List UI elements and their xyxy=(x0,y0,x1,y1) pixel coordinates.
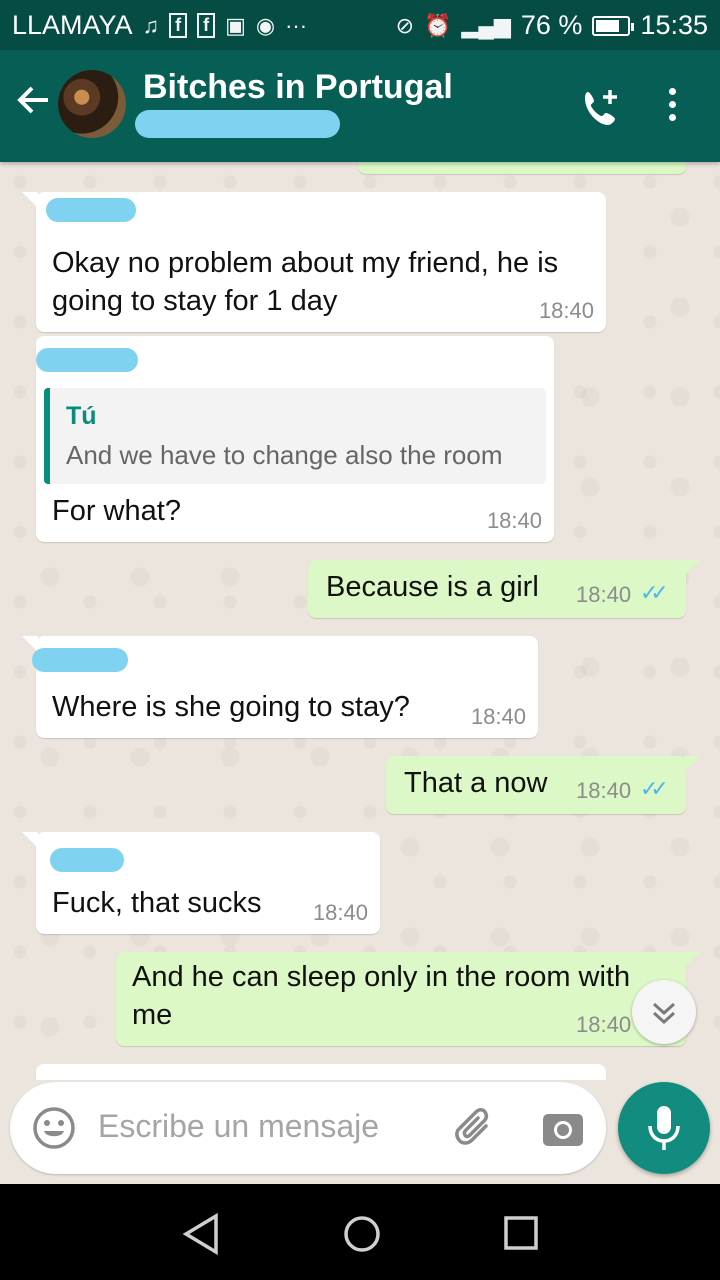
music-icon: ♫ xyxy=(142,12,160,38)
redacted-sender xyxy=(32,648,128,672)
back-arrow-icon[interactable] xyxy=(14,80,54,120)
chat-title[interactable]: Bitches in Portugal xyxy=(143,68,453,107)
message-composer[interactable]: Escribe un mensaje xyxy=(10,1082,606,1174)
message-bubble-incoming[interactable]: Okay no problem about my friend, he is g… xyxy=(22,192,606,332)
camera-icon[interactable] xyxy=(540,1106,586,1152)
message-text: Fuck, that sucks xyxy=(52,887,262,919)
message-time: 18:40 xyxy=(470,704,526,729)
message-text: That a now xyxy=(404,767,548,799)
message-list[interactable]: Okay no problem about my friend, he is g… xyxy=(0,162,720,1080)
message-time: 18:40 xyxy=(576,1012,632,1037)
clock: 15:35 xyxy=(640,10,708,40)
nav-home-icon[interactable] xyxy=(340,1212,384,1256)
message-bubble-outgoing[interactable]: And he can sleep only in the room with m… xyxy=(116,952,700,1046)
message-text: Where is she going to stay? xyxy=(52,691,410,723)
alarm-icon: ⏰ xyxy=(424,12,452,38)
message-bubble-outgoing[interactable]: That a now 18:40 ✓✓ xyxy=(386,756,700,814)
scroll-down-icon[interactable] xyxy=(632,980,696,1044)
facebook-icon: f xyxy=(169,13,188,38)
message-text: And he can sleep only in the room with m… xyxy=(132,961,631,1031)
mic-icon[interactable] xyxy=(618,1082,710,1174)
message-text: Because is a girl xyxy=(326,571,539,603)
quoted-author: Tú xyxy=(66,402,97,430)
chat-header: Bitches in Portugal xyxy=(0,50,720,162)
attach-icon[interactable] xyxy=(452,1104,500,1152)
vibrate-off-icon: ⊘ xyxy=(395,12,415,38)
message-time: 18:40 xyxy=(312,900,368,925)
emoji-icon[interactable] xyxy=(32,1106,76,1150)
facebook-icon-2: f xyxy=(197,13,216,38)
redacted-sender xyxy=(46,198,136,222)
battery-percent: 76 % xyxy=(520,10,583,40)
status-bar: LLAMAYA ♫ f f ▣ ◉ ··· ⊘ ⏰ ▂▄▆ 76 % 15:35 xyxy=(0,0,720,50)
message-bubble-partial xyxy=(36,1064,606,1080)
gallery-icon: ▣ xyxy=(225,12,246,38)
message-time: 18:40 xyxy=(576,582,632,607)
carrier-name: LLAMAYA xyxy=(12,10,133,40)
more-notifications-icon: ··· xyxy=(285,12,308,38)
add-call-icon[interactable] xyxy=(580,86,624,130)
message-bubble-incoming[interactable]: Fuck, that sucks 18:40 xyxy=(22,832,380,934)
redacted-participants xyxy=(135,110,340,138)
system-nav-bar xyxy=(0,1184,720,1280)
redacted-sender xyxy=(36,348,138,372)
message-bubble-outgoing[interactable]: Because is a girl 18:40 ✓✓ xyxy=(308,560,700,618)
message-time: 18:40 xyxy=(576,778,632,803)
message-text: For what? xyxy=(52,495,181,527)
message-bubble-partial xyxy=(358,162,686,174)
quoted-message[interactable]: Tú And we have to change also the room xyxy=(44,388,546,484)
quoted-text: And we have to change also the room xyxy=(66,440,503,470)
chrome-icon: ◉ xyxy=(255,12,276,38)
nav-back-icon[interactable] xyxy=(180,1212,224,1256)
signal-icon: ▂▄▆ xyxy=(461,12,511,38)
redacted-sender xyxy=(50,848,124,872)
message-time: 18:40 xyxy=(538,298,594,323)
message-bubble-incoming[interactable]: Where is she going to stay? 18:40 xyxy=(22,636,538,738)
group-avatar[interactable] xyxy=(58,70,126,138)
read-ticks-icon: ✓✓ xyxy=(640,580,669,605)
message-bubble-incoming[interactable]: Tú And we have to change also the room F… xyxy=(36,336,554,542)
message-input[interactable]: Escribe un mensaje xyxy=(98,1108,379,1145)
read-ticks-icon: ✓✓ xyxy=(640,776,669,801)
battery-icon xyxy=(592,15,635,36)
more-vert-icon[interactable] xyxy=(660,88,684,126)
message-text: Okay no problem about my friend, he is g… xyxy=(52,247,559,317)
message-time: 18:40 xyxy=(486,508,542,533)
nav-recents-icon[interactable] xyxy=(500,1212,544,1256)
